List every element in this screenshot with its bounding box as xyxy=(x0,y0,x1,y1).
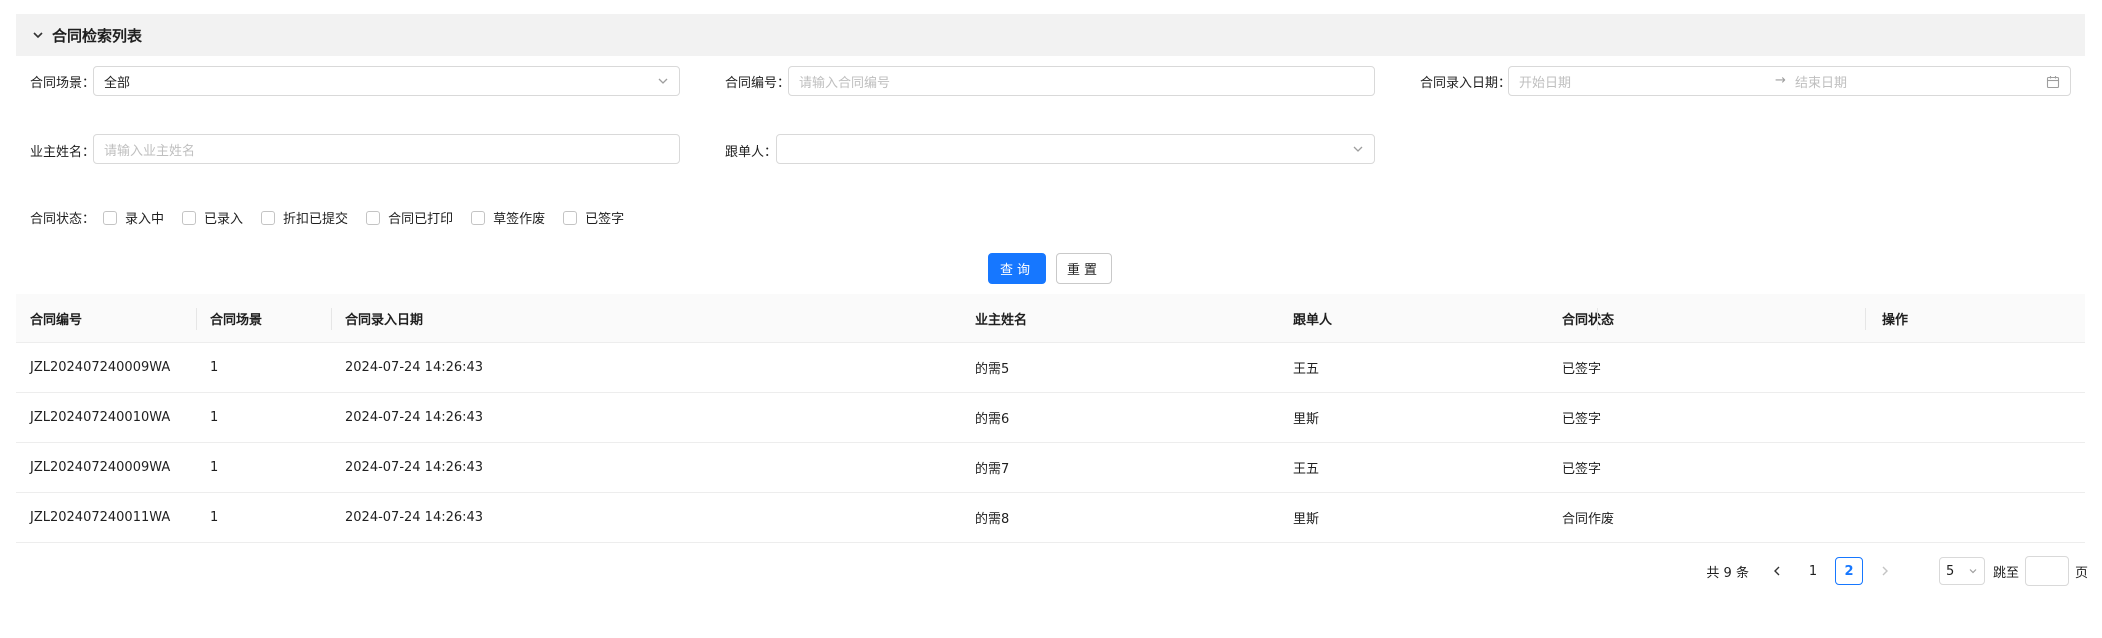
owner-name-input[interactable]: 请输入业主姓名 xyxy=(93,134,680,164)
checkbox[interactable] xyxy=(261,210,276,225)
scene-label: 合同场景： xyxy=(30,76,96,91)
checkbox[interactable] xyxy=(103,210,118,225)
chevron-down-icon[interactable] xyxy=(30,27,46,43)
owner-name-placeholder: 请输入业主姓名 xyxy=(104,143,196,159)
column-divider xyxy=(1865,308,1866,330)
next-page-button[interactable] xyxy=(1871,557,1899,585)
checkbox[interactable] xyxy=(366,210,381,225)
chevron-down-icon xyxy=(1352,143,1364,155)
page-suffix: 页 xyxy=(2074,565,2088,581)
table-row[interactable]: JZL202407240010WA 1 2024-07-24 14:26:43 … xyxy=(16,393,2085,443)
page-1[interactable]: 1 xyxy=(1799,557,1827,585)
checkbox[interactable] xyxy=(471,210,486,225)
date-label: 合同录入日期： xyxy=(1420,76,1512,91)
column-header: 合同编号 xyxy=(30,312,83,328)
contract-number-placeholder: 请输入合同编号 xyxy=(799,75,891,91)
date-range-picker[interactable]: 开始日期 → 结束日期 xyxy=(1508,66,2071,96)
column-divider xyxy=(331,308,332,330)
status-filter: 合同状态： 录入中 已录入 折扣已提交 合同已打印 草签作废 已签字 xyxy=(30,208,642,227)
column-divider xyxy=(196,308,197,330)
jump-page-input[interactable] xyxy=(2024,556,2069,586)
follower-label: 跟单人： xyxy=(725,145,778,160)
prev-page-button[interactable] xyxy=(1763,557,1791,585)
checkbox[interactable] xyxy=(182,210,197,225)
chevron-right-icon xyxy=(1882,566,1888,576)
page-size-select[interactable]: 5 xyxy=(1938,557,1985,585)
status-option-printed[interactable]: 合同已打印 xyxy=(366,208,453,227)
scene-select[interactable]: 全部 xyxy=(93,66,680,96)
total-count: 共 9 条 xyxy=(1706,565,1749,581)
table-row[interactable]: JZL202407240009WA 1 2024-07-24 14:26:43 … xyxy=(16,343,2085,393)
status-option-signed[interactable]: 已签字 xyxy=(563,208,624,227)
checkbox[interactable] xyxy=(563,210,578,225)
column-header: 合同场景 xyxy=(210,312,263,328)
chevron-down-icon xyxy=(657,75,669,87)
owner-label: 业主姓名： xyxy=(30,145,96,160)
table-row[interactable]: JZL202407240009WA 1 2024-07-24 14:26:43 … xyxy=(16,443,2085,493)
column-divider xyxy=(1597,308,1598,330)
search-panel: 合同检索列表 xyxy=(16,14,2085,56)
contract-table: 合同编号 合同场景 合同录入日期 业主姓名 跟单人 合同状态 操作 JZL202… xyxy=(16,294,2085,543)
status-option-draft-void[interactable]: 草签作废 xyxy=(471,208,545,227)
panel-title: 合同检索列表 xyxy=(52,26,143,45)
chevron-down-icon xyxy=(1969,569,1977,574)
search-button[interactable]: 查询 xyxy=(988,253,1046,284)
page-2[interactable]: 2 xyxy=(1834,557,1863,585)
number-label: 合同编号： xyxy=(725,76,791,91)
pagination: 共 9 条 1 2 5 跳至 页 xyxy=(1706,556,2088,586)
column-header: 合同状态 xyxy=(1562,312,1615,328)
table-header: 合同编号 合同场景 合同录入日期 业主姓名 跟单人 合同状态 操作 xyxy=(16,294,2085,343)
date-range-separator: → xyxy=(1775,73,1786,88)
jump-label: 跳至 xyxy=(1992,565,2019,581)
date-end-input[interactable]: 结束日期 xyxy=(1795,72,1847,91)
follower-select[interactable] xyxy=(776,134,1375,164)
panel-header[interactable]: 合同检索列表 xyxy=(16,14,2085,56)
reset-button[interactable]: 重置 xyxy=(1056,253,1112,284)
column-header: 跟单人 xyxy=(1293,312,1333,328)
column-header: 操作 xyxy=(1882,312,1909,328)
status-label: 合同状态： xyxy=(30,212,96,227)
table-row[interactable]: JZL202407240011WA 1 2024-07-24 14:26:43 … xyxy=(16,493,2085,543)
scene-select-value: 全部 xyxy=(104,75,131,91)
chevron-left-icon xyxy=(1773,566,1780,576)
status-option-recording[interactable]: 录入中 xyxy=(103,208,164,227)
calendar-icon xyxy=(2046,75,2060,89)
column-header: 业主姓名 xyxy=(975,312,1028,328)
status-option-recorded[interactable]: 已录入 xyxy=(182,208,243,227)
status-option-discount-submitted[interactable]: 折扣已提交 xyxy=(261,208,348,227)
contract-number-input[interactable]: 请输入合同编号 xyxy=(788,66,1375,96)
date-start-input[interactable]: 开始日期 xyxy=(1519,72,1571,91)
page-size-value: 5 xyxy=(1945,563,1955,579)
column-header: 合同录入日期 xyxy=(345,312,424,328)
